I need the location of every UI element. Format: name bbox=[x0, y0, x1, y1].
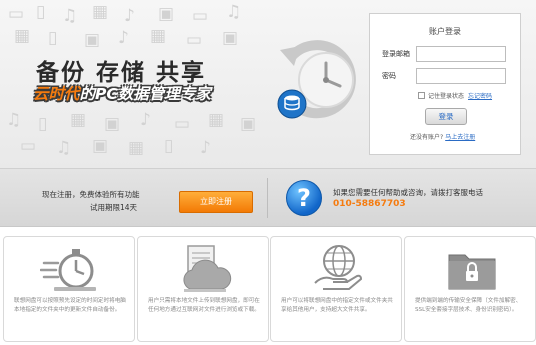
lock-folder-icon bbox=[448, 254, 496, 290]
document-icon: ▯ bbox=[38, 114, 48, 134]
question-mark-icon: ? bbox=[286, 180, 322, 216]
music-note-icon: ♫ bbox=[56, 138, 72, 158]
image-icon: ▣ bbox=[222, 28, 239, 48]
hero-subline-accent: 云时代 bbox=[33, 85, 80, 103]
feature-card-security: 提供端到端的传输安全保障（文件加解密、SSL安全套接字层技术、身份识别密码）。 bbox=[404, 236, 536, 342]
login-panel: 账户登录 登录邮箱 密码 记住登录状态 忘记密码 登录 还没有账户? 马上去注册 bbox=[369, 13, 521, 155]
film-icon: ▦ bbox=[128, 138, 145, 158]
document-icon: ▭ bbox=[174, 114, 191, 134]
music-note-icon: ♫ bbox=[226, 2, 242, 22]
music-note-icon: ♪ bbox=[200, 138, 211, 158]
remember-label: 记住登录状态 bbox=[428, 93, 465, 100]
image-icon: ▣ bbox=[240, 114, 257, 134]
image-icon: ▣ bbox=[158, 4, 175, 24]
feature-card-share: 用户可以将联想网盘中的指定文件或文件夹共享给其他用户，支持超大文件共享。 bbox=[270, 236, 402, 342]
promo-line-1: 现在注册，免费体验所有功能 bbox=[42, 190, 140, 199]
register-prompt: 还没有账户? 马上去注册 bbox=[410, 132, 475, 141]
document-icon: ▯ bbox=[164, 136, 174, 156]
music-note-icon: ♪ bbox=[140, 110, 151, 130]
music-note-icon: ♫ bbox=[62, 6, 78, 26]
document-icon: ▭ bbox=[8, 4, 25, 24]
music-note-icon: ♪ bbox=[124, 6, 135, 26]
document-icon: ▭ bbox=[192, 6, 209, 26]
feature-text-security: 提供端到端的传输安全保障（文件加解密、SSL安全套接字层技术、身份识别密码）。 bbox=[415, 298, 522, 313]
document-icon: ▭ bbox=[20, 136, 37, 156]
film-icon: ▦ bbox=[92, 2, 109, 22]
email-row: 登录邮箱 bbox=[382, 46, 506, 62]
image-icon: ▣ bbox=[92, 136, 109, 156]
image-icon: ▣ bbox=[84, 30, 101, 50]
hero-subline: 云时代的PC数据管理专家 bbox=[33, 82, 211, 104]
document-icon: ▭ bbox=[186, 30, 203, 50]
feature-card-backup: 联想网盘可以按照预先设定的时间定时将电脑本地指定的文件夹中的更新文件自动备份。 bbox=[3, 236, 135, 342]
film-icon: ▦ bbox=[14, 26, 31, 46]
feature-card-storage: 用户只需将本地文件上传到联想网盘，即可在任何地方通过互联网对文件进行浏览或下载。 bbox=[137, 236, 269, 342]
remember-checkbox[interactable] bbox=[418, 92, 425, 99]
remember-row: 记住登录状态 忘记密码 bbox=[418, 91, 492, 100]
document-icon: ▯ bbox=[36, 2, 46, 22]
music-note-icon: ♫ bbox=[6, 110, 22, 130]
email-field[interactable] bbox=[416, 46, 506, 62]
film-icon: ▦ bbox=[208, 110, 225, 130]
globe-share-icon bbox=[314, 245, 363, 290]
register-prompt-text: 还没有账户? bbox=[410, 134, 444, 141]
forgot-password-link[interactable]: 忘记密码 bbox=[468, 91, 492, 100]
register-link[interactable]: 马上去注册 bbox=[445, 134, 475, 141]
email-label: 登录邮箱 bbox=[382, 50, 410, 58]
register-now-button[interactable]: 立即注册 bbox=[179, 191, 253, 213]
hero-subline-rest: 的PC数据管理专家 bbox=[79, 85, 211, 103]
password-field[interactable] bbox=[416, 68, 506, 84]
promo-divider bbox=[267, 178, 268, 218]
login-button[interactable]: 登录 bbox=[425, 108, 467, 125]
backup-clock-icon bbox=[277, 40, 356, 119]
help-text: 如果您需要任何帮助或咨询，请拨打客服电话 bbox=[333, 188, 483, 197]
document-icon: ▯ bbox=[48, 28, 58, 48]
feature-text-backup: 联想网盘可以按照预先设定的时间定时将电脑本地指定的文件夹中的更新文件自动备份。 bbox=[14, 298, 126, 313]
login-title: 账户登录 bbox=[429, 27, 461, 36]
film-icon: ▦ bbox=[70, 110, 87, 130]
feature-text-storage: 用户只需将本地文件上传到联想网盘，即可在任何地方通过互联网对文件进行浏览或下载。 bbox=[148, 298, 260, 313]
promo-line-2: 试用期限14天 bbox=[90, 203, 138, 212]
cloud-upload-icon bbox=[183, 245, 232, 292]
film-icon: ▦ bbox=[150, 26, 167, 46]
support-phone: 010-58867703 bbox=[333, 199, 406, 209]
password-row: 密码 bbox=[382, 68, 506, 84]
image-icon: ▣ bbox=[104, 114, 121, 134]
feature-text-share: 用户可以将联想网盘中的指定文件或文件夹共享给其他用户，支持超大文件共享。 bbox=[281, 298, 393, 313]
stopwatch-icon bbox=[40, 249, 96, 291]
password-label: 密码 bbox=[382, 72, 396, 80]
music-note-icon: ♪ bbox=[118, 28, 129, 48]
